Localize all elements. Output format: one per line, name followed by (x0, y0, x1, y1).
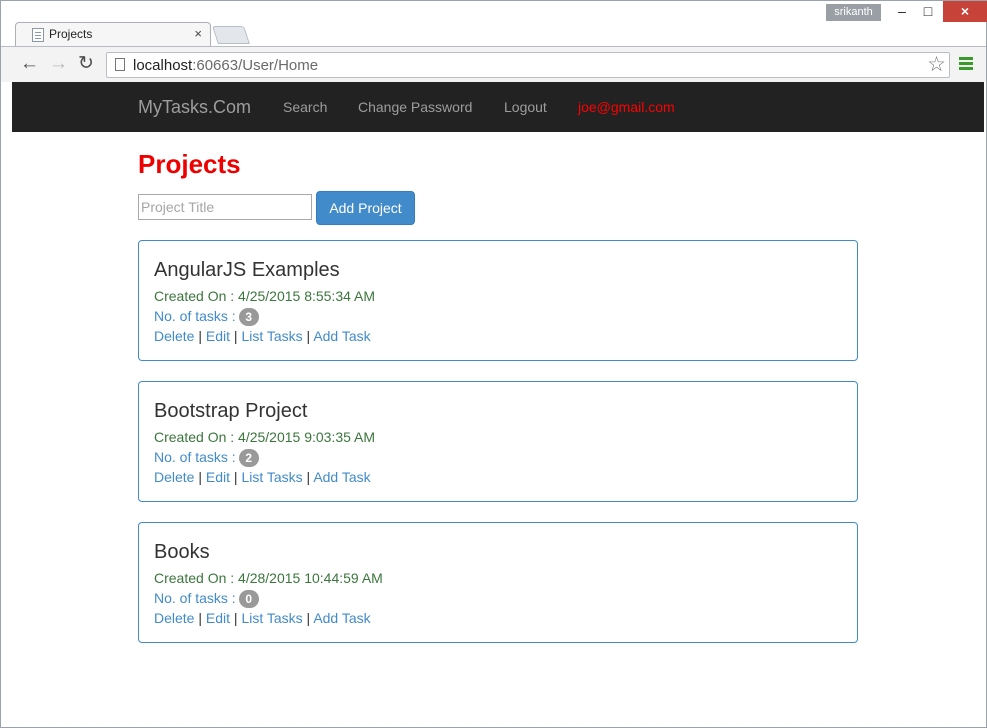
url-path: :60663/User/Home (192, 57, 319, 74)
edit-link[interactable]: Edit (206, 610, 230, 626)
project-title-input[interactable] (138, 194, 312, 220)
nav-search-link[interactable]: Search (283, 99, 327, 115)
list-tasks-link[interactable]: List Tasks (241, 328, 302, 344)
project-name: AngularJS Examples (154, 259, 340, 281)
project-card: Books Created On : 4/28/2015 10:44:59 AM… (138, 522, 858, 643)
minimize-button[interactable]: – (889, 1, 915, 22)
task-count-label: No. of tasks : (154, 590, 236, 606)
project-actions: Delete | Edit | List Tasks | Add Task (154, 610, 371, 626)
tab-title: Projects (49, 27, 93, 41)
add-project-button[interactable]: Add Project (316, 191, 415, 225)
nav-change-password-link[interactable]: Change Password (358, 99, 472, 115)
reload-icon[interactable]: ↻ (78, 53, 94, 75)
forward-arrow-icon[interactable]: → (49, 53, 68, 75)
nav-user-email[interactable]: joe@gmail.com (578, 99, 675, 115)
project-created-date: Created On : 4/28/2015 10:44:59 AM (154, 570, 383, 586)
browser-tab[interactable]: Projects × (15, 22, 211, 46)
project-name: Books (154, 541, 210, 563)
address-bar[interactable]: localhost:60663/User/Home ☆ (106, 52, 950, 78)
add-task-link[interactable]: Add Task (313, 469, 370, 485)
navbar-brand[interactable]: MyTasks.Com (138, 97, 251, 118)
separator: | (198, 328, 202, 344)
project-actions: Delete | Edit | List Tasks | Add Task (154, 328, 371, 344)
project-card: AngularJS Examples Created On : 4/25/201… (138, 240, 858, 361)
list-tasks-link[interactable]: List Tasks (241, 469, 302, 485)
list-tasks-link[interactable]: List Tasks (241, 610, 302, 626)
task-count-label: No. of tasks : (154, 449, 236, 465)
profile-name-badge[interactable]: srikanth (826, 4, 881, 21)
add-task-link[interactable]: Add Task (313, 610, 370, 626)
separator: | (306, 469, 311, 485)
delete-link[interactable]: Delete (154, 328, 194, 344)
tab-close-icon[interactable]: × (194, 26, 202, 42)
site-navbar: MyTasks.Com Search Change Password Logou… (12, 82, 984, 132)
separator: | (233, 328, 238, 344)
maximize-button[interactable]: □ (915, 1, 941, 22)
project-card: Bootstrap Project Created On : 4/25/2015… (138, 381, 858, 502)
project-created-date: Created On : 4/25/2015 8:55:34 AM (154, 288, 376, 304)
separator: | (233, 610, 238, 626)
separator: | (306, 328, 311, 344)
edit-link[interactable]: Edit (206, 328, 230, 344)
bookmark-star-icon[interactable]: ☆ (927, 53, 946, 77)
delete-link[interactable]: Delete (154, 469, 194, 485)
task-count-row: No. of tasks :0 (154, 590, 259, 609)
task-count-badge: 0 (238, 590, 259, 609)
project-created-date: Created On : 4/25/2015 9:03:35 AM (154, 429, 376, 445)
new-tab-button[interactable] (212, 26, 250, 44)
url-host: localhost (133, 57, 193, 74)
browser-window: Projects × srikanth – □ × ← → ↻ localhos… (0, 0, 987, 728)
separator: | (306, 610, 311, 626)
task-count-label: No. of tasks : (154, 308, 236, 324)
browser-toolbar: ← → ↻ localhost:60663/User/Home ☆ (1, 46, 986, 82)
edit-link[interactable]: Edit (206, 469, 230, 485)
separator: | (198, 469, 202, 485)
nav-logout-link[interactable]: Logout (504, 99, 547, 115)
task-count-badge: 2 (238, 449, 259, 468)
close-window-button[interactable]: × (943, 1, 987, 22)
separator: | (198, 610, 202, 626)
separator: | (233, 469, 238, 485)
project-actions: Delete | Edit | List Tasks | Add Task (154, 469, 371, 485)
page-icon (115, 58, 125, 71)
project-name: Bootstrap Project (154, 400, 308, 422)
add-task-link[interactable]: Add Task (313, 328, 370, 344)
title-bar: Projects × srikanth – □ × (1, 1, 987, 46)
browser-menu-icon[interactable] (959, 57, 973, 71)
back-arrow-icon[interactable]: ← (20, 53, 39, 75)
task-count-row: No. of tasks :3 (154, 308, 259, 327)
delete-link[interactable]: Delete (154, 610, 194, 626)
task-count-row: No. of tasks :2 (154, 449, 259, 468)
page-title: Projects (138, 149, 241, 179)
task-count-badge: 3 (238, 308, 259, 327)
url-text[interactable]: localhost:60663/User/Home (133, 57, 318, 74)
page-favicon-icon (32, 28, 44, 42)
